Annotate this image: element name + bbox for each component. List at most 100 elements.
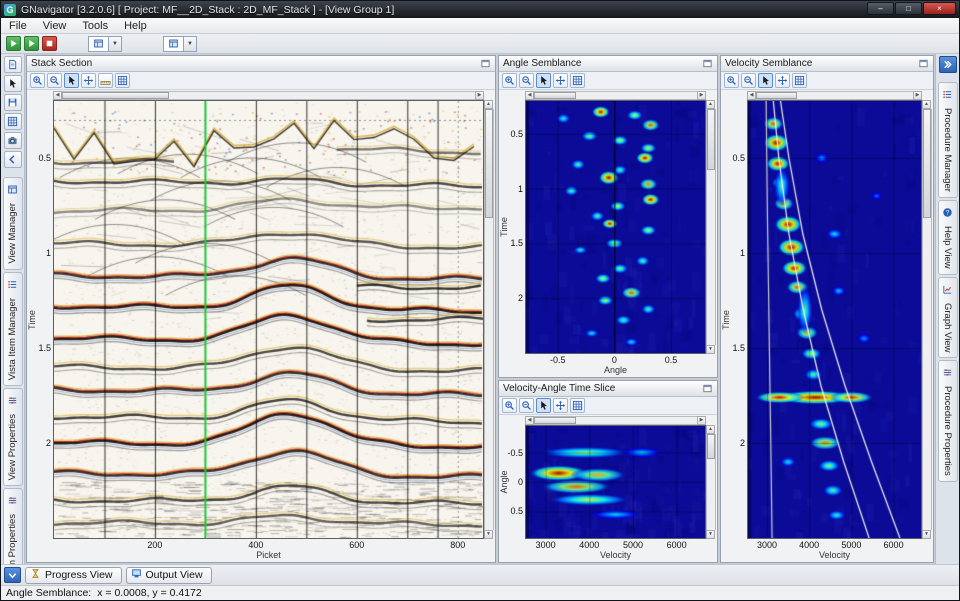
titlebar[interactable]: G GNavigator [3.2.0.6] [ Project: MF__2D… bbox=[1, 1, 959, 18]
move-tool-button[interactable] bbox=[553, 398, 568, 413]
scrollbar-thumb[interactable] bbox=[485, 109, 493, 218]
zoom-in-tool-button[interactable] bbox=[502, 73, 517, 88]
scroll-left-button[interactable]: ◀ bbox=[53, 91, 62, 100]
vertical-scrollbar[interactable]: ▲▼ bbox=[706, 425, 716, 539]
zoom-out-tool-button[interactable] bbox=[519, 73, 534, 88]
sidebar-tab-vista-item-properties[interactable]: Vista Item Properties bbox=[3, 488, 23, 564]
run-all-button[interactable] bbox=[24, 36, 39, 51]
scrollbar-thumb[interactable] bbox=[534, 92, 576, 99]
scrollbar-thumb[interactable] bbox=[707, 109, 715, 170]
select-tool-button[interactable] bbox=[4, 75, 22, 92]
menu-tools[interactable]: Tools bbox=[74, 19, 116, 33]
scrollbar-track[interactable] bbox=[706, 434, 716, 530]
display-combo-2[interactable]: ▼ bbox=[163, 36, 197, 52]
zoom-in-tool-button[interactable] bbox=[30, 73, 45, 88]
scrollbar-track[interactable] bbox=[922, 109, 932, 530]
scroll-left-button[interactable]: ◀ bbox=[525, 416, 534, 425]
zoom-in-tool-button[interactable] bbox=[724, 73, 739, 88]
stop-button[interactable] bbox=[42, 36, 57, 51]
display-combo-1[interactable]: ▼ bbox=[88, 36, 122, 52]
sidebar-tab-view-manager[interactable]: View Manager bbox=[3, 177, 23, 270]
pointer-tool-button[interactable] bbox=[536, 398, 551, 413]
scroll-left-button[interactable]: ◀ bbox=[747, 91, 756, 100]
horizontal-scrollbar[interactable]: ◀▶ bbox=[525, 416, 706, 425]
layout-button[interactable] bbox=[4, 113, 22, 130]
menu-help[interactable]: Help bbox=[116, 19, 155, 33]
scrollbar-track[interactable] bbox=[706, 109, 716, 345]
collapse-bottom-button[interactable] bbox=[4, 567, 21, 583]
scroll-left-button[interactable]: ◀ bbox=[525, 91, 534, 100]
scrollbar-thumb[interactable] bbox=[923, 109, 931, 218]
move-tool-button[interactable] bbox=[81, 73, 96, 88]
scroll-up-button[interactable]: ▲ bbox=[706, 100, 715, 109]
panel-header[interactable]: Velocity-Angle Time Slice bbox=[499, 381, 717, 397]
maximize-button[interactable]: □ bbox=[895, 2, 922, 15]
scrollbar-thumb[interactable] bbox=[62, 92, 169, 99]
scrollbar-track[interactable] bbox=[62, 91, 475, 100]
stack-plot-canvas[interactable] bbox=[54, 101, 483, 538]
expand-right-button[interactable] bbox=[939, 56, 957, 73]
menu-view[interactable]: View bbox=[35, 19, 75, 33]
panel-header[interactable]: Velocity Semblance bbox=[721, 56, 933, 72]
progress-view-button[interactable]: Progress View bbox=[25, 567, 122, 584]
zoom-out-tool-button[interactable] bbox=[519, 398, 534, 413]
vertical-scrollbar[interactable]: ▲▼ bbox=[484, 100, 494, 539]
menu-file[interactable]: File bbox=[1, 19, 35, 33]
scrollbar-track[interactable] bbox=[484, 109, 494, 530]
vertical-scrollbar[interactable]: ▲▼ bbox=[922, 100, 932, 539]
scroll-up-button[interactable]: ▲ bbox=[706, 425, 715, 434]
scrollbar-thumb[interactable] bbox=[756, 92, 797, 99]
collapse-left-button[interactable] bbox=[4, 151, 22, 168]
save-view-button[interactable] bbox=[4, 94, 22, 111]
snapshot-button[interactable] bbox=[4, 132, 22, 149]
output-view-button[interactable]: Output View bbox=[126, 567, 212, 584]
scroll-right-button[interactable]: ▶ bbox=[913, 91, 922, 100]
new-view-button[interactable] bbox=[4, 56, 22, 73]
zoom-out-tool-button[interactable] bbox=[741, 73, 756, 88]
scrollbar-track[interactable] bbox=[534, 91, 697, 100]
grid-tool-button[interactable] bbox=[792, 73, 807, 88]
sidebar-tab-procedure-manager[interactable]: Procedure Manager bbox=[938, 82, 958, 198]
velocity-semblance-canvas[interactable] bbox=[748, 101, 921, 538]
scroll-right-button[interactable]: ▶ bbox=[697, 91, 706, 100]
scroll-up-button[interactable]: ▲ bbox=[922, 100, 931, 109]
time-slice-canvas[interactable] bbox=[526, 426, 705, 538]
panel-header[interactable]: Stack Section bbox=[27, 56, 495, 72]
float-panel-icon[interactable] bbox=[701, 383, 713, 395]
scrollbar-track[interactable] bbox=[534, 416, 697, 425]
scroll-right-button[interactable]: ▶ bbox=[475, 91, 484, 100]
ruler-tool-button[interactable] bbox=[98, 73, 113, 88]
float-panel-icon[interactable] bbox=[701, 58, 713, 70]
scroll-right-button[interactable]: ▶ bbox=[697, 416, 706, 425]
run-button[interactable] bbox=[6, 36, 21, 51]
sidebar-tab-view-properties[interactable]: View Properties bbox=[3, 388, 23, 486]
sidebar-tab-graph-view[interactable]: Graph View bbox=[938, 277, 958, 358]
move-tool-button[interactable] bbox=[553, 73, 568, 88]
panel-header[interactable]: Angle Semblance bbox=[499, 56, 717, 72]
scroll-down-button[interactable]: ▼ bbox=[706, 530, 715, 539]
scrollbar-thumb[interactable] bbox=[707, 434, 715, 459]
vertical-scrollbar[interactable]: ▲▼ bbox=[706, 100, 716, 354]
zoom-out-tool-button[interactable] bbox=[47, 73, 62, 88]
dropdown-arrow-icon[interactable]: ▼ bbox=[108, 37, 121, 51]
horizontal-scrollbar[interactable]: ◀▶ bbox=[525, 91, 706, 100]
scroll-down-button[interactable]: ▼ bbox=[484, 530, 493, 539]
pointer-tool-button[interactable] bbox=[536, 73, 551, 88]
grid-tool-button[interactable] bbox=[570, 73, 585, 88]
scrollbar-thumb[interactable] bbox=[534, 417, 576, 424]
grid-tool-button[interactable] bbox=[115, 73, 130, 88]
sidebar-tab-procedure-properties[interactable]: Procedure Properties bbox=[938, 360, 958, 482]
dropdown-arrow-icon[interactable]: ▼ bbox=[183, 37, 196, 51]
zoom-in-tool-button[interactable] bbox=[502, 398, 517, 413]
float-panel-icon[interactable] bbox=[917, 58, 929, 70]
scroll-down-button[interactable]: ▼ bbox=[706, 345, 715, 354]
sidebar-tab-vista-item-manager[interactable]: Vista Item Manager bbox=[3, 272, 23, 386]
angle-semblance-canvas[interactable] bbox=[526, 101, 705, 353]
grid-tool-button[interactable] bbox=[570, 398, 585, 413]
pointer-tool-button[interactable] bbox=[758, 73, 773, 88]
scroll-down-button[interactable]: ▼ bbox=[922, 530, 931, 539]
close-button[interactable]: × bbox=[923, 2, 956, 15]
float-panel-icon[interactable] bbox=[479, 58, 491, 70]
sidebar-tab-help-view[interactable]: ?Help View bbox=[938, 200, 958, 275]
horizontal-scrollbar[interactable]: ◀▶ bbox=[747, 91, 922, 100]
